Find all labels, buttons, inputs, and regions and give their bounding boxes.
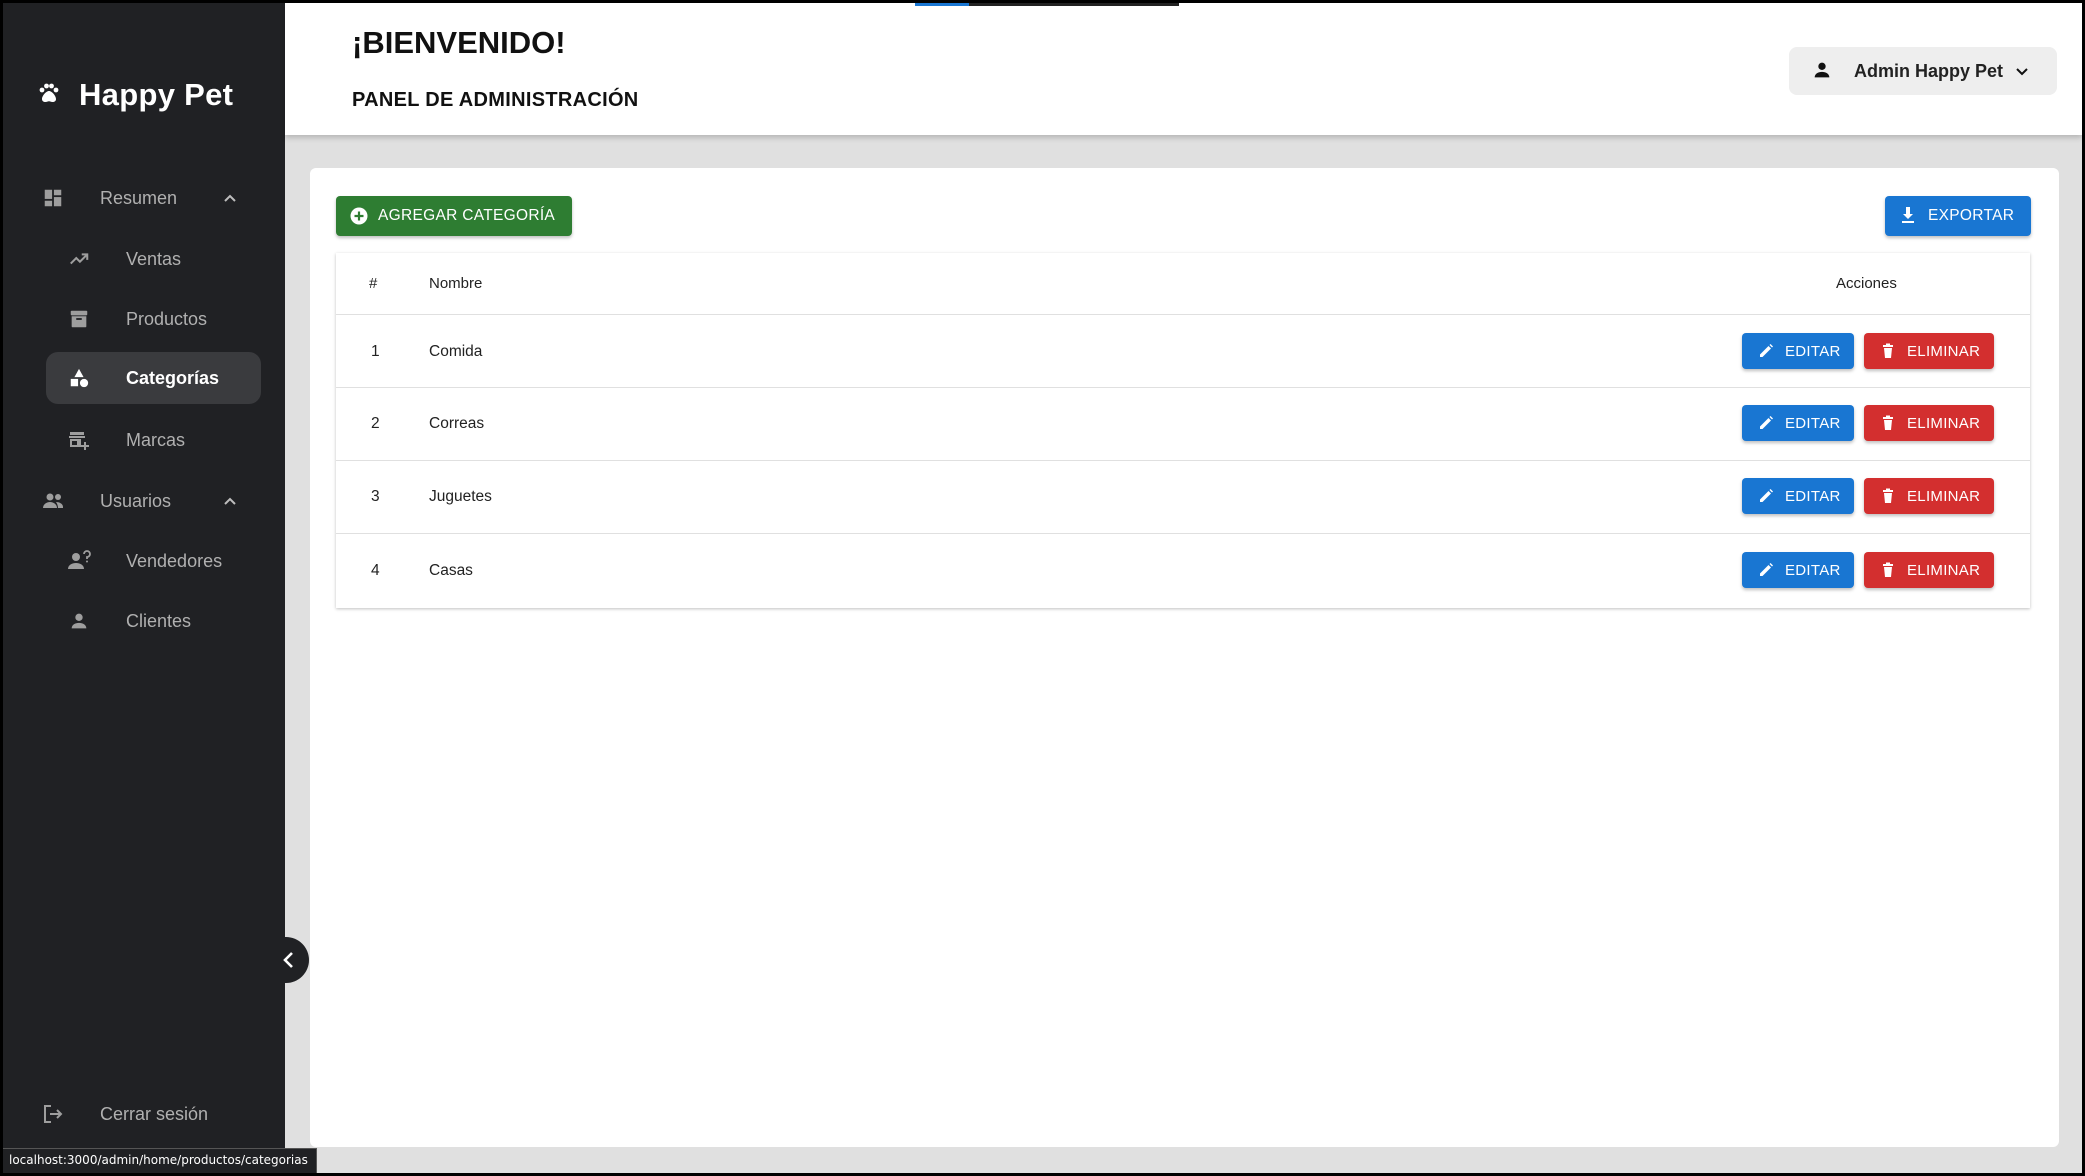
logout-icon bbox=[40, 1101, 66, 1127]
archive-icon bbox=[66, 306, 92, 332]
edit-button[interactable]: EDITAR bbox=[1742, 552, 1854, 588]
chevron-up-icon bbox=[224, 194, 236, 202]
sidebar-item-categorias[interactable]: Categorías bbox=[46, 352, 261, 404]
sidebar-item-label: Productos bbox=[126, 308, 208, 329]
edit-button[interactable]: EDITAR bbox=[1742, 333, 1854, 369]
chevron-left-icon bbox=[283, 952, 293, 968]
row-number: 3 bbox=[371, 488, 380, 505]
sidebar-item-label: Ventas bbox=[126, 248, 182, 269]
trash-icon bbox=[1883, 562, 1893, 577]
sidebar-item-label: Vendedores bbox=[126, 550, 223, 571]
page-title: ¡BIENVENIDO! bbox=[352, 25, 566, 60]
page-subtitle: PANEL DE ADMINISTRACIÓN bbox=[352, 89, 639, 111]
edit-label: EDITAR bbox=[1785, 561, 1841, 579]
pencil-icon bbox=[1760, 344, 1773, 357]
sidebar-item-label: Marcas bbox=[126, 429, 186, 450]
delete-button[interactable]: ELIMINAR bbox=[1864, 333, 1994, 369]
user-name: Admin Happy Pet bbox=[1854, 60, 2004, 81]
sidebar-item-label: Categorías bbox=[126, 367, 220, 388]
row-name: Juguetes bbox=[429, 488, 492, 505]
column-header-actions: Acciones bbox=[1836, 275, 1897, 292]
delete-label: ELIMINAR bbox=[1907, 342, 1981, 360]
sidebar-group-label: Resumen bbox=[100, 187, 178, 208]
loading-indicator bbox=[915, 3, 969, 6]
person-badge-icon bbox=[66, 548, 92, 574]
export-button[interactable]: EXPORTAR bbox=[1885, 196, 2031, 236]
main-card: AGREGAR CATEGORÍA EXPORTAR # Nombre Acci… bbox=[310, 168, 2059, 1147]
row-name: Comida bbox=[429, 343, 483, 360]
status-bar-url: localhost:3000/admin/home/productos/cate… bbox=[3, 1148, 317, 1173]
sidebar-group-usuarios[interactable]: Usuarios bbox=[40, 486, 250, 516]
sidebar-group-resumen[interactable]: Resumen bbox=[40, 183, 250, 213]
trending-up-icon bbox=[66, 246, 92, 272]
table-row: 1 Comida EDITAR ELIMINAR bbox=[336, 314, 2030, 387]
categories-table: # Nombre Acciones 1 Comida EDITAR ELIMIN… bbox=[336, 253, 2030, 608]
paw-icon bbox=[37, 81, 61, 110]
add-business-icon bbox=[66, 427, 92, 453]
sidebar-item-marcas[interactable]: Marcas bbox=[66, 425, 256, 455]
delete-button[interactable]: ELIMINAR bbox=[1864, 478, 1994, 514]
row-name: Casas bbox=[429, 562, 473, 579]
category-icon bbox=[66, 365, 92, 391]
table-row: 3 Juguetes EDITAR ELIMINAR bbox=[336, 460, 2030, 533]
delete-button[interactable]: ELIMINAR bbox=[1864, 552, 1994, 588]
sidebar-item-vendedores[interactable]: Vendedores bbox=[66, 546, 256, 576]
trash-icon bbox=[1883, 415, 1893, 430]
column-header-name: Nombre bbox=[429, 275, 483, 292]
user-menu-button[interactable]: Admin Happy Pet bbox=[1789, 47, 2057, 95]
logout-label: Cerrar sesión bbox=[100, 1103, 209, 1124]
sidebar-item-clientes[interactable]: Clientes bbox=[66, 606, 256, 636]
loading-track bbox=[969, 3, 1179, 6]
sidebar-group-label: Usuarios bbox=[100, 490, 172, 511]
pencil-icon bbox=[1760, 416, 1773, 429]
person-icon bbox=[66, 608, 92, 634]
sidebar-collapse-button[interactable] bbox=[269, 937, 309, 983]
sidebar: Happy Pet Resumen Ventas Productos Categ… bbox=[3, 3, 285, 1173]
app-window: Happy Pet Resumen Ventas Productos Categ… bbox=[3, 3, 2082, 1173]
trash-icon bbox=[1883, 488, 1893, 503]
sidebar-item-label: Clientes bbox=[126, 610, 192, 631]
brand[interactable]: Happy Pet bbox=[37, 77, 233, 113]
pencil-icon bbox=[1760, 563, 1773, 576]
table-row: 2 Correas EDITAR ELIMINAR bbox=[336, 387, 2030, 460]
row-number: 2 bbox=[371, 415, 380, 432]
logout-button[interactable]: Cerrar sesión bbox=[40, 1099, 250, 1129]
people-icon bbox=[40, 488, 66, 514]
sidebar-item-ventas[interactable]: Ventas bbox=[66, 244, 256, 274]
sidebar-item-productos[interactable]: Productos bbox=[66, 304, 256, 334]
trash-icon bbox=[1883, 343, 1893, 358]
edit-label: EDITAR bbox=[1785, 487, 1841, 505]
edit-button[interactable]: EDITAR bbox=[1742, 405, 1854, 441]
add-category-button[interactable]: AGREGAR CATEGORÍA bbox=[336, 196, 572, 236]
delete-label: ELIMINAR bbox=[1907, 561, 1981, 579]
column-header-number: # bbox=[369, 275, 378, 292]
add-circle-icon bbox=[350, 207, 368, 230]
row-number: 4 bbox=[371, 562, 380, 579]
edit-button[interactable]: EDITAR bbox=[1742, 478, 1854, 514]
top-header: ¡BIENVENIDO! PANEL DE ADMINISTRACIÓN Adm… bbox=[285, 3, 2082, 135]
edit-label: EDITAR bbox=[1785, 414, 1841, 432]
brand-title: Happy Pet bbox=[79, 77, 234, 112]
dashboard-icon bbox=[40, 185, 66, 211]
delete-label: ELIMINAR bbox=[1907, 487, 1981, 505]
row-name: Correas bbox=[429, 415, 485, 432]
table-row: 4 Casas EDITAR ELIMINAR bbox=[336, 533, 2030, 608]
delete-label: ELIMINAR bbox=[1907, 414, 1981, 432]
chevron-down-icon bbox=[2016, 68, 2028, 76]
chevron-up-icon bbox=[224, 497, 236, 505]
pencil-icon bbox=[1760, 489, 1773, 502]
add-category-label: AGREGAR CATEGORÍA bbox=[378, 207, 556, 224]
edit-label: EDITAR bbox=[1785, 342, 1841, 360]
person-icon bbox=[1811, 59, 1833, 86]
export-label: EXPORTAR bbox=[1928, 207, 2015, 224]
delete-button[interactable]: ELIMINAR bbox=[1864, 405, 1994, 441]
row-number: 1 bbox=[371, 343, 380, 360]
download-icon bbox=[1899, 206, 1917, 229]
